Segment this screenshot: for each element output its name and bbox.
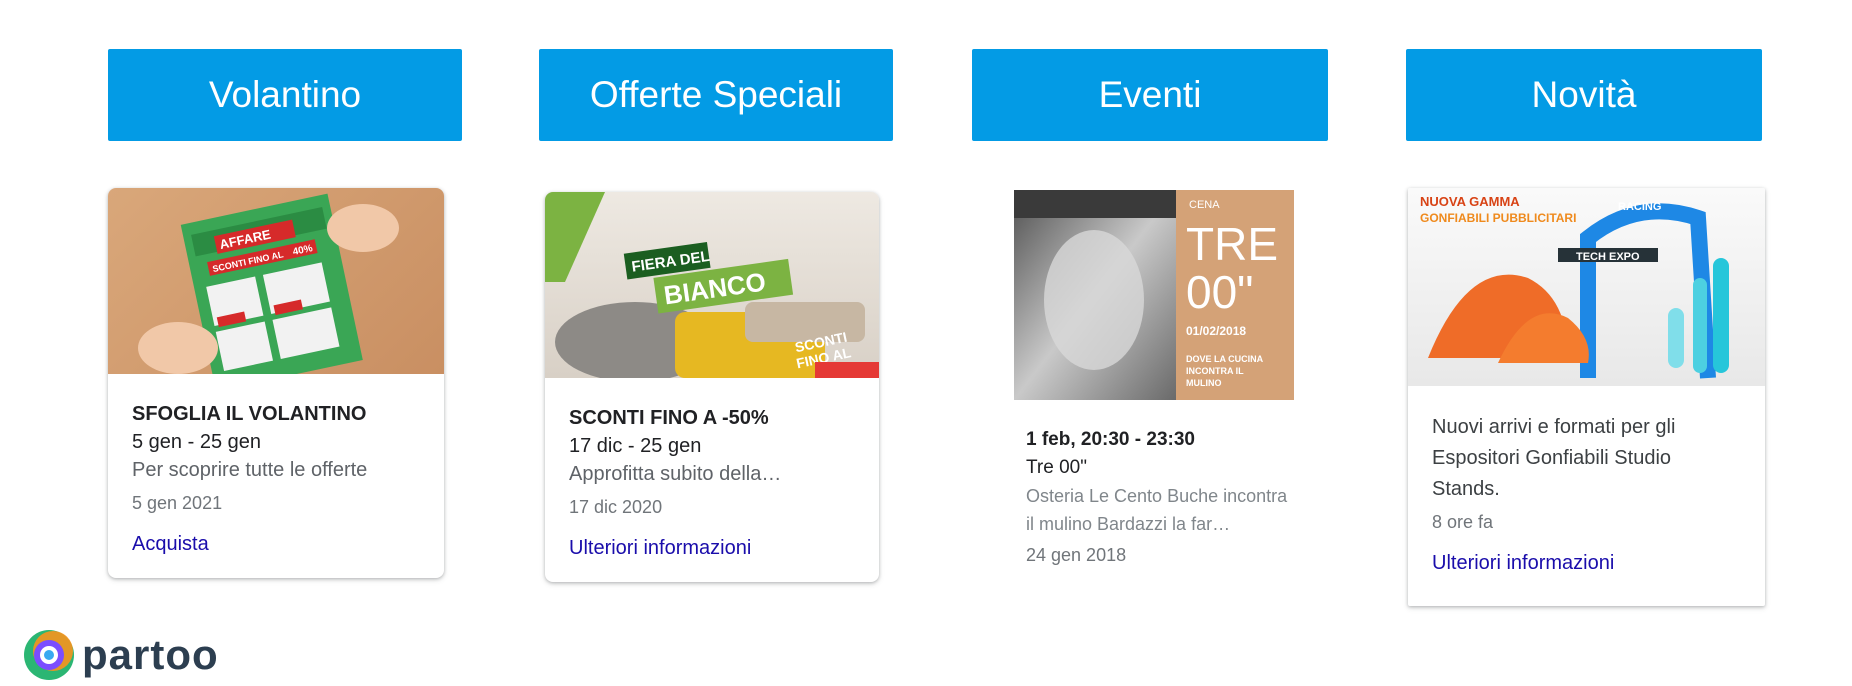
event-illustration: CENA TRE 00" 01/02/2018 DOVE LA CUCINA I… xyxy=(1014,190,1294,400)
ulteriori-informazioni-link[interactable]: Ulteriori informazioni xyxy=(1432,549,1741,577)
offer-image: FIERA DEL BIANCO SCONTI FINO AL xyxy=(545,192,879,378)
flyer-illustration: AFFARE SCONTI FINO AL 40% xyxy=(138,193,399,374)
event-date-text: 01/02/2018 xyxy=(1186,324,1246,338)
partoo-logo: partoo xyxy=(22,628,219,682)
event-datetime: 1 feb, 20:30 - 23:30 xyxy=(1026,429,1195,450)
acquista-link[interactable]: Acquista xyxy=(132,530,420,558)
volantino-card[interactable]: AFFARE SCONTI FINO AL 40% SFOGLIA IL VOL… xyxy=(108,188,444,578)
event-desc-line2: il mulino Bardazzi la far… xyxy=(1026,514,1231,534)
event-cena: CENA xyxy=(1189,199,1220,211)
event-desc-line1: Osteria Le Cento Buche incontra xyxy=(1026,486,1288,506)
novita-description: Nuovi arrivi e formati per gli Espositor… xyxy=(1432,416,1676,500)
card-posted-date: 5 gen 2021 xyxy=(132,493,223,513)
svg-text:INCONTRA IL: INCONTRA IL xyxy=(1186,366,1244,376)
novita-illustration: NUOVA GAMMA GONFIABILI PUBBLICITARI RACI… xyxy=(1420,194,1729,379)
offerte-card[interactable]: FIERA DEL BIANCO SCONTI FINO AL SCONTI F… xyxy=(545,192,879,582)
partoo-logo-text: partoo xyxy=(82,631,219,678)
card-title: SFOGLIA IL VOLANTINO xyxy=(132,403,367,425)
tab-label: Eventi xyxy=(1098,74,1202,115)
tab-eventi[interactable]: Eventi xyxy=(972,49,1328,141)
novita-arch2: TECH EXPO xyxy=(1576,251,1640,263)
event-info: 1 feb, 20:30 - 23:30 Tre 00" Osteria Le … xyxy=(1026,426,1326,568)
card-title: SCONTI FINO A -50% xyxy=(569,407,769,429)
card-dates: 17 dic - 25 gen xyxy=(569,435,702,457)
flyer-image: AFFARE SCONTI FINO AL 40% xyxy=(108,188,444,374)
tab-label: Offerte Speciali xyxy=(589,74,843,115)
novita-posted: 8 ore fa xyxy=(1432,512,1494,532)
card-description: Approfitta subito della… xyxy=(569,463,782,485)
novita-card[interactable]: NUOVA GAMMA GONFIABILI PUBBLICITARI RACI… xyxy=(1408,188,1765,606)
tab-volantino[interactable]: Volantino xyxy=(108,49,462,141)
tab-label: Novità xyxy=(1531,74,1637,115)
novita-line1: NUOVA GAMMA xyxy=(1420,194,1520,209)
partoo-logo-icon xyxy=(24,630,74,680)
novita-image: NUOVA GAMMA GONFIABILI PUBBLICITARI RACI… xyxy=(1408,188,1765,386)
event-tre: TRE xyxy=(1186,218,1278,270)
card-posted-date: 17 dic 2020 xyxy=(569,497,663,517)
offer-illustration: FIERA DEL BIANCO SCONTI FINO AL xyxy=(545,192,879,378)
event-image: CENA TRE 00" 01/02/2018 DOVE LA CUCINA I… xyxy=(1014,190,1294,400)
novita-line2: GONFIABILI PUBBLICITARI xyxy=(1420,211,1576,225)
svg-text:MULINO: MULINO xyxy=(1186,378,1222,388)
event-name: Tre 00" xyxy=(1026,457,1087,478)
tab-offerte-speciali[interactable]: Offerte Speciali xyxy=(539,49,893,141)
svg-text:DOVE LA CUCINA: DOVE LA CUCINA xyxy=(1186,354,1264,364)
event-oo: 00" xyxy=(1186,266,1254,318)
ulteriori-informazioni-link[interactable]: Ulteriori informazioni xyxy=(569,534,855,562)
tab-novita[interactable]: Novità xyxy=(1406,49,1762,141)
card-dates: 5 gen - 25 gen xyxy=(132,431,261,453)
event-posted-date: 24 gen 2018 xyxy=(1026,545,1127,565)
svg-text:RACING: RACING xyxy=(1618,201,1661,213)
tab-label: Volantino xyxy=(208,74,362,115)
card-description: Per scoprire tutte le offerte xyxy=(132,459,368,481)
